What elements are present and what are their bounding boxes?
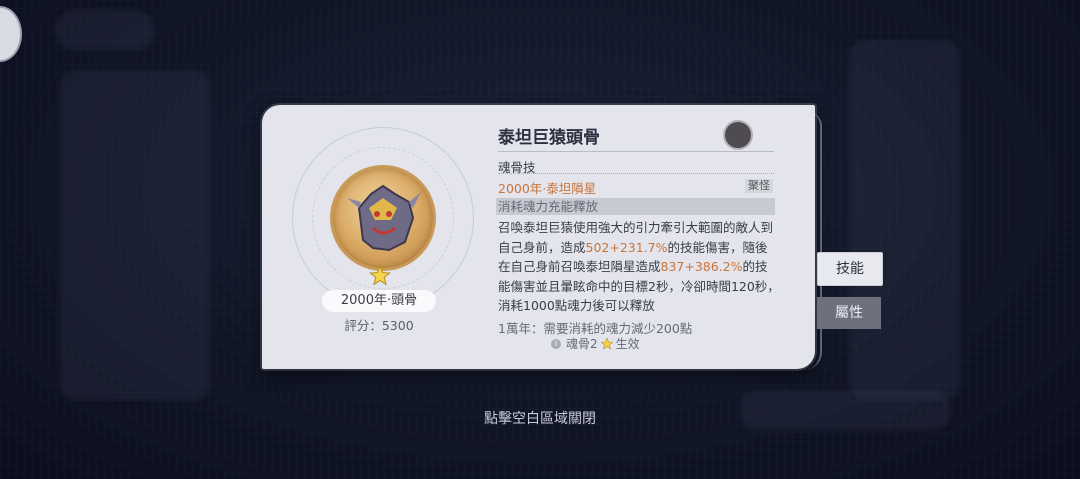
item-score: 評分：5300 [344, 318, 414, 333]
desc-value: 502 [585, 239, 610, 255]
skill-tag: 聚怪 [745, 179, 773, 193]
owner-avatar[interactable] [723, 120, 753, 150]
title-divider [498, 151, 774, 152]
tab-skill[interactable]: 技能 [817, 252, 883, 286]
cond-text: 魂骨2 [566, 337, 598, 351]
star-icon [369, 264, 391, 286]
skill-cost: 消耗魂力充能釋放 [498, 199, 599, 214]
close-hint: 點擊空白區域關閉 [484, 411, 596, 427]
tab-attribute[interactable]: 屬性 [817, 297, 881, 329]
desc-value: +231.7% [609, 239, 668, 255]
info-icon[interactable]: i [551, 338, 561, 349]
cond-text: 生效 [615, 337, 640, 351]
item-title: 泰坦巨猿頭骨 [498, 128, 600, 148]
skill-name: 2000年·泰坦隕星 [498, 181, 597, 196]
activation-condition: i 魂骨2 生效 [551, 335, 640, 352]
skull-emblem-icon [330, 165, 436, 271]
section-divider [498, 173, 774, 174]
skill-description: 召喚泰坦巨猿使用強大的引力牽引大範圍的敵人到自己身前，造成502+231.7%的… [498, 218, 780, 316]
item-detail-card: 2000年·頭骨 評分：5300 泰坦巨猿頭骨 魂骨技 2000年·泰坦隕星 聚… [262, 105, 815, 369]
desc-value: 837 [660, 259, 685, 274]
star-icon [600, 336, 614, 350]
item-grade-label: 2000年·頭骨 [322, 290, 436, 312]
desc-value: +386.2% [684, 259, 743, 274]
